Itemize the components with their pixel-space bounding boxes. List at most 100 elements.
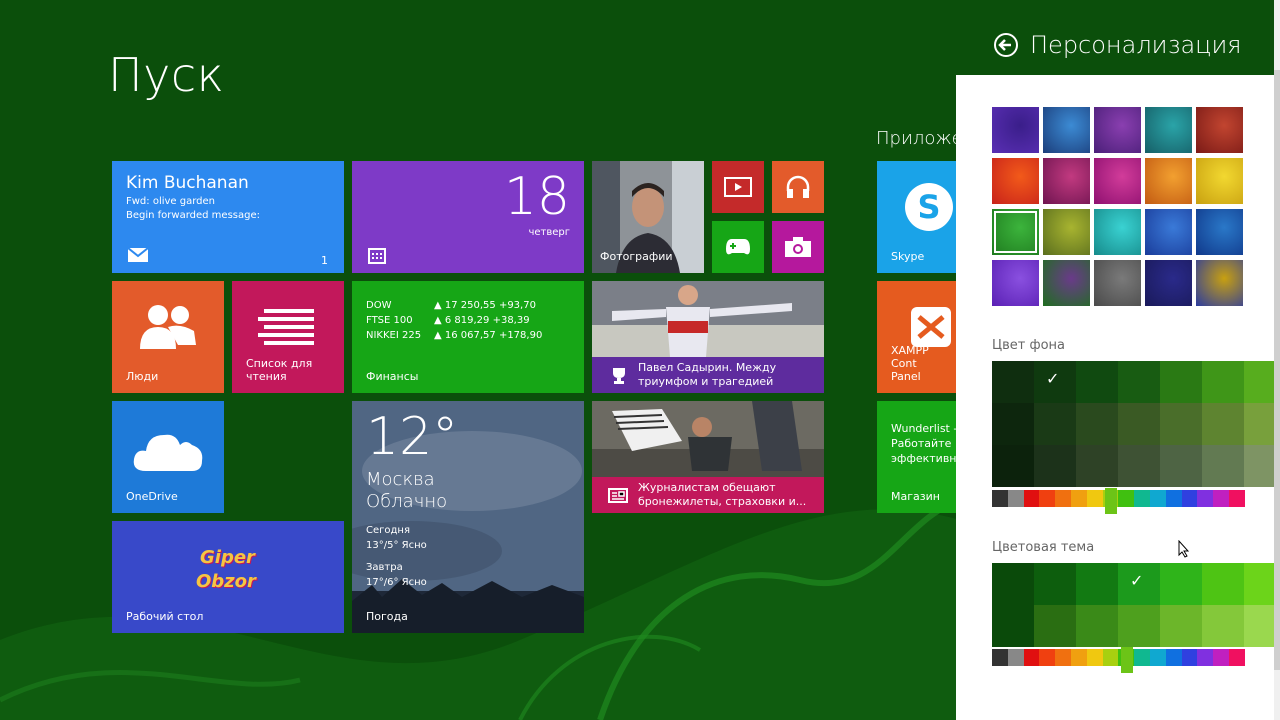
color-swatch[interactable] [992,403,1034,445]
hue-segment[interactable] [1150,490,1166,507]
hue-segment[interactable] [1229,490,1245,507]
hue-segment[interactable] [1150,649,1166,666]
tile-news[interactable]: Журналистам обещают бронежилеты, страхов… [592,401,824,513]
hue-segment[interactable] [1071,490,1087,507]
color-swatch[interactable] [1034,445,1076,487]
color-swatch[interactable] [992,361,1034,403]
color-swatch[interactable] [1160,605,1202,647]
tile-sport[interactable]: Павел Садырин. Между триумфом и трагедие… [592,281,824,393]
tile-skype[interactable]: S Skype [877,161,956,273]
background-pattern-option[interactable] [1094,107,1141,153]
color-swatch[interactable] [1202,563,1244,605]
background-pattern-option[interactable] [1145,158,1192,204]
tile-onedrive[interactable]: OneDrive [112,401,224,513]
color-swatch[interactable] [1202,403,1244,445]
background-pattern-option[interactable] [992,107,1039,153]
color-swatch[interactable] [1118,403,1160,445]
color-swatch[interactable] [992,605,1034,647]
color-swatch[interactable] [1202,361,1244,403]
hue-segment[interactable] [1213,490,1230,507]
background-pattern-option[interactable] [1094,260,1141,306]
hue-segment[interactable] [1181,649,1198,666]
color-swatch[interactable] [1034,403,1076,445]
color-swatch[interactable] [1160,445,1202,487]
color-swatch[interactable]: ✓ [1118,563,1160,605]
color-swatch[interactable] [992,563,1034,605]
hue-segment[interactable] [1197,649,1214,666]
tile-wunderlist[interactable]: Wunderlist - Работайте эффективно Магази… [877,401,956,513]
tile-mail[interactable]: Kim Buchanan Fwd: olive garden Begin for… [112,161,344,273]
back-button[interactable] [994,33,1018,57]
background-pattern-option[interactable] [1094,209,1141,255]
color-swatch[interactable] [1118,605,1160,647]
background-pattern-option[interactable] [992,209,1039,255]
color-swatch[interactable] [1076,361,1118,403]
tile-calendar[interactable]: 18 четверг [352,161,584,273]
background-pattern-option[interactable] [1094,158,1141,204]
tile-reading-list[interactable]: Список для чтения [232,281,344,393]
tile-camera[interactable] [772,221,824,273]
tile-video[interactable] [712,161,764,213]
color-swatch[interactable] [1160,563,1202,605]
background-pattern-option[interactable] [1196,107,1243,153]
color-swatch[interactable] [1076,605,1118,647]
tile-finance[interactable]: DOW ▲ 17 250,55 +93,70 FTSE 100 ▲ 6 819,29… [352,281,584,393]
hue-segment[interactable] [1055,490,1072,507]
hue-segment[interactable] [1229,649,1245,666]
hue-segment[interactable] [1039,490,1056,507]
hue-segment[interactable] [1023,490,1040,507]
hue-slider-handle[interactable] [1105,488,1117,514]
color-swatch[interactable] [1202,605,1244,647]
hue-segment[interactable] [992,649,1008,666]
hue-segment[interactable] [1007,490,1024,507]
hue-segment[interactable] [1118,490,1135,507]
background-pattern-option[interactable] [1145,107,1192,153]
tile-photos[interactable]: Фотографии [592,161,704,273]
color-swatch[interactable] [1118,361,1160,403]
tile-weather[interactable]: 12° Москва Облачно Сегодня 13°/5° Ясно З… [352,401,584,633]
color-swatch[interactable] [1034,605,1076,647]
background-pattern-option[interactable] [1043,209,1090,255]
background-pattern-option[interactable] [1043,158,1090,204]
tile-people[interactable]: Люди [112,281,224,393]
hue-segment[interactable] [1165,490,1182,507]
hue-segment[interactable] [1165,649,1182,666]
color-swatch[interactable]: ✓ [1034,361,1076,403]
background-pattern-option[interactable] [1196,158,1243,204]
hue-segment[interactable] [1102,649,1119,666]
hue-segment[interactable] [1023,649,1040,666]
color-swatch[interactable] [1160,361,1202,403]
color-swatch[interactable] [1034,563,1076,605]
background-pattern-option[interactable] [1043,260,1090,306]
hue-segment[interactable] [1213,649,1230,666]
hue-segment[interactable] [1007,649,1024,666]
color-swatch[interactable] [1076,403,1118,445]
tile-desktop[interactable]: Giper Obzor Рабочий стол [112,521,344,633]
hue-segment[interactable] [1134,649,1151,666]
tile-music[interactable] [772,161,824,213]
tile-games[interactable] [712,221,764,273]
hue-segment[interactable] [1134,490,1151,507]
hue-slider-handle[interactable] [1121,647,1133,673]
background-pattern-option[interactable] [1196,209,1243,255]
background-pattern-option[interactable] [992,158,1039,204]
color-swatch[interactable] [1076,563,1118,605]
hue-segment[interactable] [992,490,1008,507]
background-pattern-option[interactable] [1196,260,1243,306]
tile-xampp[interactable]: XAMPP Cont Panel [877,281,956,393]
color-swatch[interactable] [1160,403,1202,445]
hue-segment[interactable] [1055,649,1072,666]
scrollbar[interactable] [1274,0,1280,720]
hue-segment[interactable] [1086,490,1103,507]
color-swatch[interactable] [1076,445,1118,487]
background-pattern-option[interactable] [992,260,1039,306]
hue-segment[interactable] [1086,649,1103,666]
hue-segment[interactable] [1039,649,1056,666]
scrollbar-thumb[interactable] [1274,70,1280,670]
hue-segment[interactable] [1197,490,1214,507]
color-swatch[interactable] [1202,445,1244,487]
background-pattern-option[interactable] [1145,209,1192,255]
color-swatch[interactable] [1118,445,1160,487]
background-pattern-option[interactable] [1043,107,1090,153]
hue-segment[interactable] [1071,649,1087,666]
